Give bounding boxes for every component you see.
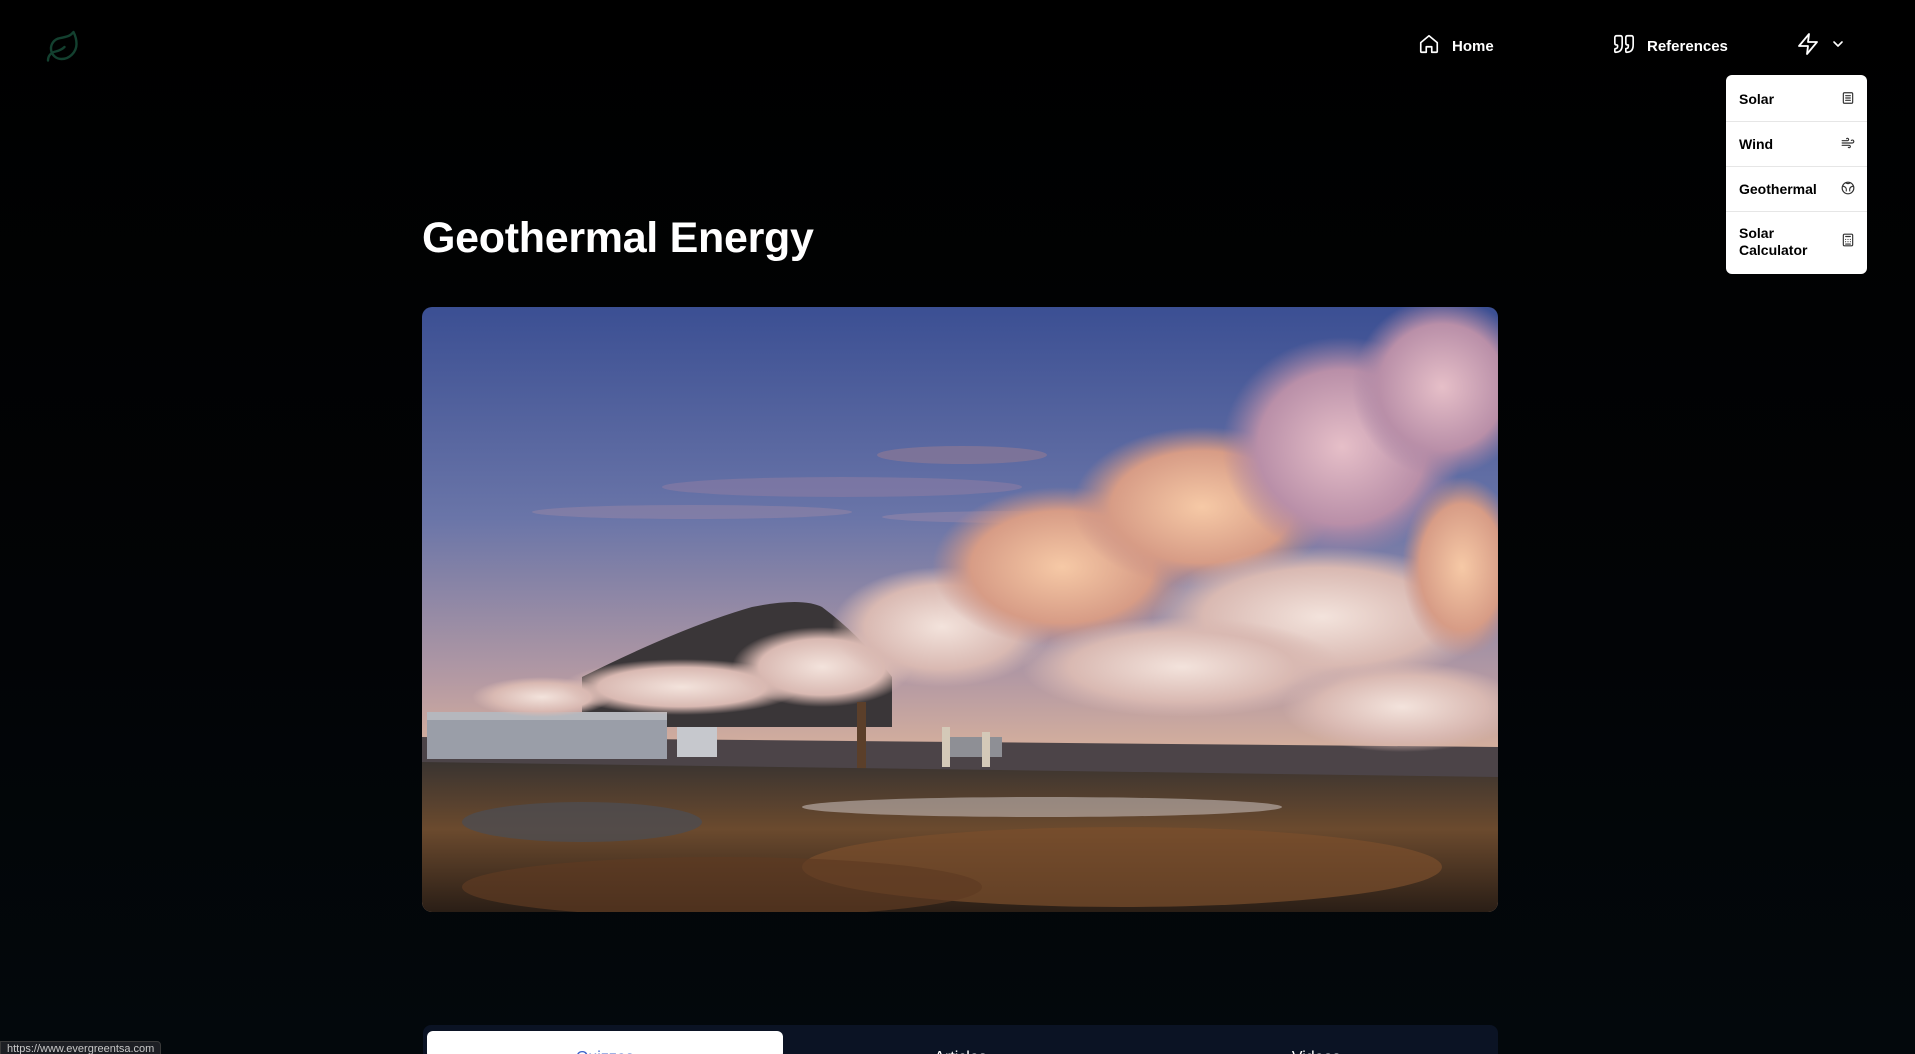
calculator-icon (1841, 233, 1855, 251)
home-icon (1418, 33, 1440, 59)
wind-icon (1841, 136, 1855, 153)
dropdown-item-geothermal[interactable]: Geothermal (1726, 167, 1867, 212)
dropdown-item-label: Solar Calculator (1739, 225, 1808, 258)
dropdown-item-wind[interactable]: Wind (1726, 122, 1867, 167)
content-tabs: Quizzes Articles Videos (423, 1025, 1498, 1054)
nav-references-label: References (1647, 37, 1728, 55)
page: Home References Solar Wind Geothermal So… (0, 0, 1915, 1054)
bolt-icon (1796, 32, 1820, 61)
geothermal-hero-image (422, 307, 1498, 912)
dropdown-item-solar-calculator[interactable]: Solar Calculator (1726, 212, 1867, 272)
energy-dropdown-menu: Solar Wind Geothermal Solar Calculator (1726, 75, 1867, 274)
leaf-logo-icon[interactable] (42, 26, 84, 68)
chevron-down-icon (1830, 36, 1846, 57)
dropdown-item-solar[interactable]: Solar (1726, 77, 1867, 122)
energy-menu-toggle[interactable] (1796, 30, 1846, 62)
nav-home-label: Home (1452, 37, 1494, 55)
page-title: Geothermal Energy (422, 214, 814, 262)
quote-icon (1613, 33, 1635, 59)
globe-icon (1841, 181, 1855, 198)
dropdown-item-label: Wind (1739, 136, 1774, 152)
nav-home-link[interactable]: Home (1418, 30, 1494, 62)
tab-videos[interactable]: Videos (1138, 1031, 1494, 1054)
status-bar-url: https://www.evergreentsa.com (0, 1041, 162, 1054)
tab-quizzes[interactable]: Quizzes (427, 1031, 783, 1054)
dropdown-item-label: Geothermal (1739, 181, 1817, 197)
dropdown-item-label: Solar (1739, 91, 1775, 107)
tab-articles[interactable]: Articles (783, 1031, 1139, 1054)
solar-panel-icon (1841, 91, 1855, 108)
nav-references-link[interactable]: References (1613, 30, 1728, 62)
